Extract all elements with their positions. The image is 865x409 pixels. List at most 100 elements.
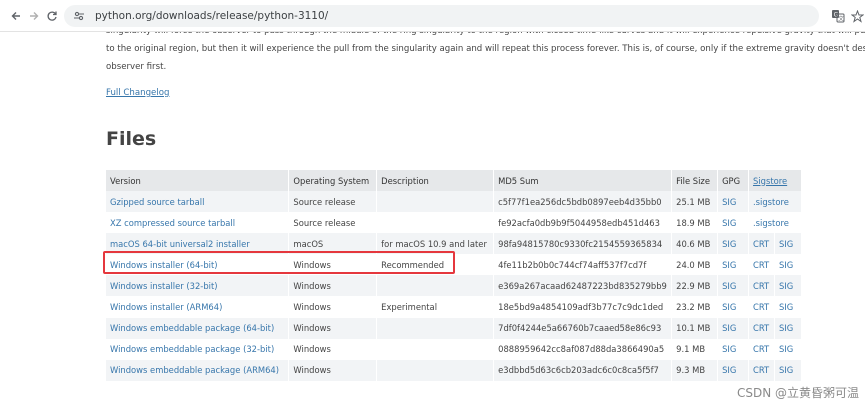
version-link[interactable]: Windows installer (32-bit) bbox=[110, 281, 218, 291]
gpg-sig-cell: SIG bbox=[717, 233, 749, 255]
translate-icon[interactable]: G文 bbox=[830, 8, 846, 24]
md5-cell: 98fa94815780c9330fc2154559365834 bbox=[493, 233, 673, 255]
gpg-sig-link[interactable]: SIG bbox=[722, 260, 736, 270]
file-size-cell: 10.1 MB bbox=[671, 317, 719, 339]
md5-text: c5f77f1ea256dc5bdb0897eeb4d35bb0 bbox=[498, 196, 662, 207]
version-cell: macOS 64-bit universal2 installer bbox=[106, 233, 290, 255]
files-heading: Files bbox=[106, 128, 157, 150]
version-link[interactable]: Windows embeddable package (ARM64) bbox=[110, 365, 279, 375]
version-link[interactable]: XZ compressed source tarball bbox=[110, 218, 235, 228]
gpg-sig-link[interactable]: SIG bbox=[722, 239, 736, 249]
address-bar[interactable]: python.org/downloads/release/python-3110… bbox=[64, 5, 819, 27]
version-link[interactable]: Gzipped source tarball bbox=[110, 197, 204, 207]
file-size-text: 9.1 MB bbox=[676, 344, 706, 355]
version-cell: Gzipped source tarball bbox=[106, 191, 290, 213]
sigstore-sig-link[interactable]: SIG bbox=[779, 302, 793, 312]
sigstore-crt-link[interactable]: CRT bbox=[753, 260, 769, 270]
file-size-text: 22.9 MB bbox=[676, 280, 711, 291]
sigstore-crt-cell: CRT bbox=[748, 359, 775, 381]
description-cell bbox=[376, 317, 495, 339]
version-link[interactable]: Windows installer (ARM64) bbox=[110, 302, 222, 312]
sigstore-sig-link[interactable]: SIG bbox=[779, 260, 793, 270]
paragraph-line: to the original region, but then it will… bbox=[106, 44, 865, 54]
sigstore-crt-link[interactable]: CRT bbox=[753, 281, 769, 291]
sigstore-crt-link[interactable]: CRT bbox=[753, 302, 769, 312]
sigstore-sig-link[interactable]: SIG bbox=[779, 281, 793, 291]
description-cell: for macOS 10.9 and later bbox=[376, 233, 495, 255]
sigstore-crt-link[interactable]: CRT bbox=[753, 239, 769, 249]
sigstore-sig-link[interactable]: SIG bbox=[779, 239, 793, 249]
md5-cell: 4fe11b2b0b0c744cf74aff537f7cd7f bbox=[493, 254, 673, 276]
gpg-sig-link[interactable]: SIG bbox=[722, 281, 736, 291]
sigstore-crt-link[interactable]: CRT bbox=[753, 323, 769, 333]
version-link[interactable]: Windows embeddable package (32-bit) bbox=[110, 344, 274, 354]
gpg-sig-cell: SIG bbox=[717, 254, 749, 276]
sigstore-sig-link[interactable]: SIG bbox=[779, 344, 793, 354]
md5-text: 0888959642cc8af087d88da3866490a5 bbox=[498, 344, 665, 355]
description-text: Recommended bbox=[381, 259, 445, 270]
sigstore-crt-link[interactable]: CRT bbox=[753, 365, 769, 375]
md5-text: 18e5bd9a4854109adf3b77c7c9dc1ded bbox=[498, 302, 664, 313]
version-link[interactable]: Windows installer (64-bit) bbox=[110, 260, 218, 270]
gpg-sig-cell: SIG bbox=[717, 296, 749, 318]
full-changelog-link[interactable]: Full Changelog bbox=[106, 88, 169, 98]
table-row: Windows embeddable package (ARM64) Window… bbox=[106, 359, 803, 381]
bookmark-star-icon[interactable] bbox=[849, 8, 865, 24]
header-sigstore[interactable]: Sigstore bbox=[748, 170, 802, 191]
version-link[interactable]: macOS 64-bit universal2 installer bbox=[110, 239, 250, 249]
sigstore-sig-link[interactable]: .sigstore bbox=[753, 197, 789, 207]
os-cell: Windows bbox=[288, 338, 378, 360]
gpg-sig-link[interactable]: SIG bbox=[722, 344, 736, 354]
version-link[interactable]: Windows embeddable package (64-bit) bbox=[110, 323, 274, 333]
description-cell bbox=[376, 338, 495, 360]
site-info-icon[interactable] bbox=[71, 8, 87, 24]
md5-text: e369a267acaad62487223bd835279bb9 bbox=[498, 280, 667, 291]
sigstore-sig-cell: .sigstore bbox=[748, 191, 802, 213]
sigstore-sig-link[interactable]: .sigstore bbox=[753, 218, 789, 228]
file-size-text: 24.0 MB bbox=[676, 259, 711, 270]
gpg-sig-link[interactable]: SIG bbox=[722, 302, 736, 312]
os-cell: Windows bbox=[288, 317, 378, 339]
os-text: Windows bbox=[293, 259, 331, 270]
sigstore-crt-cell: CRT bbox=[748, 233, 775, 255]
md5-cell: c5f77f1ea256dc5bdb0897eeb4d35bb0 bbox=[493, 191, 673, 213]
paragraph-line: singularity will force the observer to p… bbox=[106, 32, 865, 40]
os-text: Windows bbox=[293, 302, 331, 313]
file-size-text: 23.2 MB bbox=[676, 302, 711, 313]
os-cell: Windows bbox=[288, 359, 378, 381]
os-text: Windows bbox=[293, 365, 331, 376]
gpg-sig-link[interactable]: SIG bbox=[722, 365, 736, 375]
version-cell: Windows installer (64-bit) bbox=[106, 254, 290, 276]
header-version: Version bbox=[106, 170, 290, 191]
back-arrow-icon[interactable] bbox=[6, 6, 26, 26]
md5-text: e3dbbd5d63c6cb203adc6c0c8ca5f5f7 bbox=[498, 365, 659, 376]
sigstore-sig-link[interactable]: SIG bbox=[779, 365, 793, 375]
file-size-text: 25.1 MB bbox=[676, 196, 711, 207]
forward-arrow-icon[interactable] bbox=[24, 6, 44, 26]
description-cell bbox=[376, 275, 495, 297]
file-size-cell: 23.2 MB bbox=[671, 296, 719, 318]
table-row: XZ compressed source tarball Source relea… bbox=[106, 212, 802, 234]
sigstore-sig-link[interactable]: SIG bbox=[779, 323, 793, 333]
reload-icon[interactable] bbox=[42, 6, 62, 26]
os-cell: Windows bbox=[288, 296, 378, 318]
file-size-text: 40.6 MB bbox=[676, 238, 711, 249]
gpg-sig-link[interactable]: SIG bbox=[722, 197, 736, 207]
file-size-cell: 18.9 MB bbox=[671, 212, 719, 234]
md5-cell: e369a267acaad62487223bd835279bb9 bbox=[493, 275, 673, 297]
gpg-sig-cell: SIG bbox=[717, 275, 749, 297]
sigstore-crt-link[interactable]: CRT bbox=[753, 344, 769, 354]
file-size-cell: 9.3 MB bbox=[671, 359, 719, 381]
file-size-cell: 24.0 MB bbox=[671, 254, 719, 276]
description-paragraph: singularity will force the observer to p… bbox=[106, 32, 865, 76]
header-operating-system: Operating System bbox=[288, 170, 378, 191]
gpg-sig-link[interactable]: SIG bbox=[722, 218, 736, 228]
file-size-cell: 40.6 MB bbox=[671, 233, 719, 255]
table-row: Windows embeddable package (64-bit) Windo… bbox=[106, 317, 803, 339]
md5-cell: 7df0f4244e5a66760b7caaed58e86c93 bbox=[493, 317, 673, 339]
gpg-sig-link[interactable]: SIG bbox=[722, 323, 736, 333]
url-text[interactable]: python.org/downloads/release/python-3110… bbox=[95, 10, 328, 22]
sigstore-header-link[interactable]: Sigstore bbox=[753, 176, 787, 186]
table-row: Windows installer (ARM64) Windows Experime… bbox=[106, 296, 803, 318]
table-row: Gzipped source tarball Source release c5f7… bbox=[106, 191, 802, 213]
